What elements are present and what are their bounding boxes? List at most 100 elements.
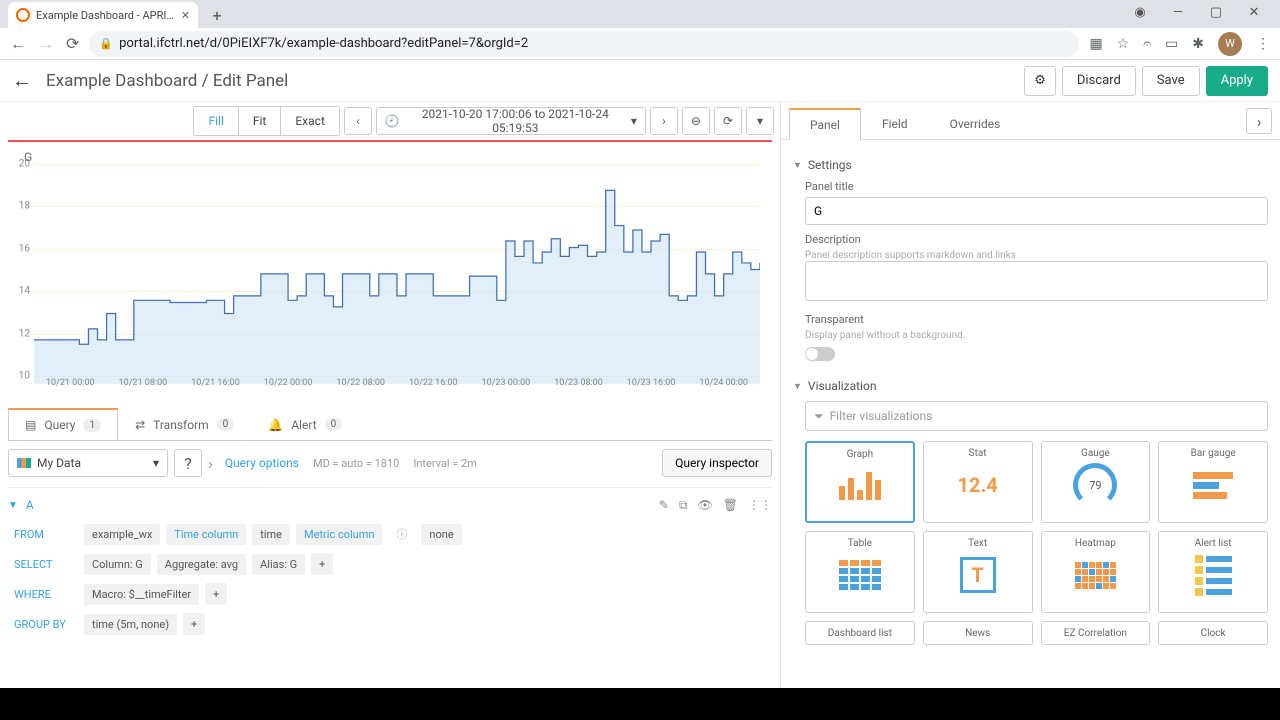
close-window-icon[interactable]: ✕ xyxy=(1240,5,1268,20)
datasource-icon xyxy=(17,458,31,468)
datasource-help-button[interactable]: ? xyxy=(174,449,202,477)
viz-alertlist[interactable]: Alert list xyxy=(1158,531,1268,613)
profile-avatar[interactable]: W xyxy=(1218,32,1242,56)
select-aggregate-chip[interactable]: Aggregate: avg xyxy=(157,554,246,575)
chart-panel: G 101214161820 10/21 00:0010/21 08:0010/… xyxy=(8,140,772,398)
viz-news[interactable]: News xyxy=(923,621,1033,645)
query-md: MD = auto = 1810 xyxy=(313,457,399,470)
exact-button[interactable]: Exact xyxy=(281,107,339,135)
panel-title-label: Panel title xyxy=(805,180,1268,193)
incognito-icon: ◉ xyxy=(1126,5,1154,20)
query-tab[interactable]: ▤ Query 1 xyxy=(8,408,118,440)
viz-gauge[interactable]: Gauge 79 xyxy=(1041,441,1151,523)
time-column-label[interactable]: Time column xyxy=(166,524,246,545)
browser-tab[interactable]: Example Dashboard - APRICOT P ✕ xyxy=(8,2,198,28)
filter-icon: ⏷ xyxy=(814,409,824,424)
select-column-chip[interactable]: Column: G xyxy=(84,554,151,575)
table-view-toggle: Fill Fit Exact xyxy=(193,106,339,136)
minimize-icon[interactable]: — xyxy=(1164,5,1192,20)
url-text: portal.ifctrl.net/d/0PiEIXF7k/example-da… xyxy=(119,36,528,51)
query-inspector-button[interactable]: Query inspector xyxy=(662,449,772,477)
star-icon[interactable]: ☆ xyxy=(1117,36,1130,52)
query-collapse-icon[interactable]: ▼ xyxy=(8,500,18,511)
transform-tab[interactable]: ⇄ Transform 0 xyxy=(118,408,251,440)
transparent-hint: Display panel without a background. xyxy=(805,330,1268,341)
eye-icon[interactable]: 👁 xyxy=(698,498,713,513)
panel-title-input[interactable] xyxy=(805,197,1268,225)
viz-dashboardlist[interactable]: Dashboard list xyxy=(805,621,915,645)
overrides-tab[interactable]: Overrides xyxy=(929,107,1022,139)
panel-tab[interactable]: Panel xyxy=(789,108,861,140)
time-column-value[interactable]: time xyxy=(252,524,290,545)
refresh-interval-button[interactable]: ▾ xyxy=(746,107,774,135)
viz-graph[interactable]: Graph xyxy=(805,441,915,523)
add-select-button[interactable]: + xyxy=(311,553,333,575)
clock-icon: 🕘 xyxy=(385,114,400,128)
chevron-down-icon: ▾ xyxy=(631,114,637,128)
where-macro-chip[interactable]: Macro: $__timeFilter xyxy=(84,584,199,605)
apply-button[interactable]: Apply xyxy=(1206,66,1268,96)
reload-icon[interactable]: ⟳ xyxy=(66,34,79,53)
description-hint: Panel description supports markdown and … xyxy=(805,250,1268,261)
transparent-toggle[interactable] xyxy=(805,347,835,361)
refresh-button[interactable]: ⟳ xyxy=(714,107,742,135)
zoom-out-button[interactable]: ⊖ xyxy=(682,107,710,135)
viz-heatmap[interactable]: Heatmap xyxy=(1041,531,1151,613)
nav-forward-icon[interactable]: → xyxy=(38,34,54,54)
time-shift-forward-button[interactable]: › xyxy=(650,107,678,135)
add-groupby-button[interactable]: + xyxy=(183,613,205,635)
metric-column-label[interactable]: Metric column xyxy=(296,524,382,545)
kebab-menu-icon[interactable]: ⋮ xyxy=(1256,36,1270,52)
maximize-icon[interactable]: ▢ xyxy=(1202,5,1230,20)
from-table-chip[interactable]: example_wx xyxy=(84,524,160,545)
fill-button[interactable]: Fill xyxy=(194,107,238,135)
metric-column-value[interactable]: none xyxy=(421,524,461,545)
url-bar[interactable]: 🔒 portal.ifctrl.net/d/0PiEIXF7k/example-… xyxy=(89,31,1079,57)
add-where-button[interactable]: + xyxy=(205,583,227,605)
nav-back-icon[interactable]: ← xyxy=(10,34,26,54)
query-letter: A xyxy=(26,498,34,512)
time-range-picker[interactable]: 🕘 2021-10-20 17:00:06 to 2021-10-24 05:1… xyxy=(376,107,646,135)
viz-clock[interactable]: Clock xyxy=(1158,621,1268,645)
filter-visualizations-input[interactable]: ⏷ Filter visualizations xyxy=(805,401,1268,431)
viz-bargauge[interactable]: Bar gauge xyxy=(1158,441,1268,523)
fit-button[interactable]: Fit xyxy=(239,107,281,135)
save-button[interactable]: Save xyxy=(1142,66,1200,96)
panel-settings-button[interactable]: ⚙ xyxy=(1024,66,1056,96)
select-alias-chip[interactable]: Alias: G xyxy=(252,554,305,575)
breadcrumb: Example Dashboard / Edit Panel xyxy=(46,71,1018,91)
duplicate-icon[interactable]: ⧉ xyxy=(679,498,688,513)
back-arrow-icon[interactable]: ← xyxy=(12,68,32,93)
drag-handle-icon[interactable]: ⋮⋮ xyxy=(748,498,772,513)
close-tab-icon[interactable]: ✕ xyxy=(181,9,190,22)
time-shift-back-button[interactable]: ‹ xyxy=(344,107,372,135)
edit-icon[interactable]: ✎ xyxy=(659,498,669,513)
description-input[interactable] xyxy=(805,261,1268,301)
viz-text[interactable]: Text T xyxy=(923,531,1033,613)
tab-title: Example Dashboard - APRICOT P xyxy=(36,9,177,22)
settings-section-header[interactable]: ▼Settings xyxy=(793,158,1268,172)
metric-help-icon[interactable]: ⓘ xyxy=(388,522,415,546)
query-interval: Interval = 2m xyxy=(413,457,477,470)
transform-icon: ⇄ xyxy=(135,418,145,432)
new-tab-button[interactable]: + xyxy=(206,4,228,26)
viz-ezcorrelation[interactable]: EZ Correlation xyxy=(1041,621,1151,645)
qr-icon[interactable]: ▦ xyxy=(1089,36,1102,52)
tab-favicon xyxy=(16,8,30,22)
alert-tab[interactable]: 🔔 Alert 0 xyxy=(251,408,359,440)
datasource-select[interactable]: My Data ▾ xyxy=(8,449,168,477)
groupby-chip[interactable]: time (5m, none) xyxy=(84,614,177,635)
cast-icon[interactable]: ▭ xyxy=(1165,36,1178,52)
viz-table[interactable]: Table xyxy=(805,531,915,613)
query-options-link[interactable]: Query options xyxy=(225,456,299,470)
field-tab[interactable]: Field xyxy=(861,107,929,139)
visualization-section-header[interactable]: ▼Visualization xyxy=(793,379,1268,393)
discard-button[interactable]: Discard xyxy=(1062,66,1136,96)
collapse-sidebar-button[interactable]: › xyxy=(1246,108,1272,134)
extensions-icon[interactable]: ✱ xyxy=(1192,36,1204,52)
chevron-down-icon: ▾ xyxy=(153,456,159,470)
viz-stat[interactable]: Stat 12.4 xyxy=(923,441,1033,523)
translate-icon[interactable]: 𝄐 xyxy=(1143,36,1151,52)
database-icon: ▤ xyxy=(25,418,36,432)
trash-icon[interactable]: 🗑 xyxy=(723,498,738,513)
